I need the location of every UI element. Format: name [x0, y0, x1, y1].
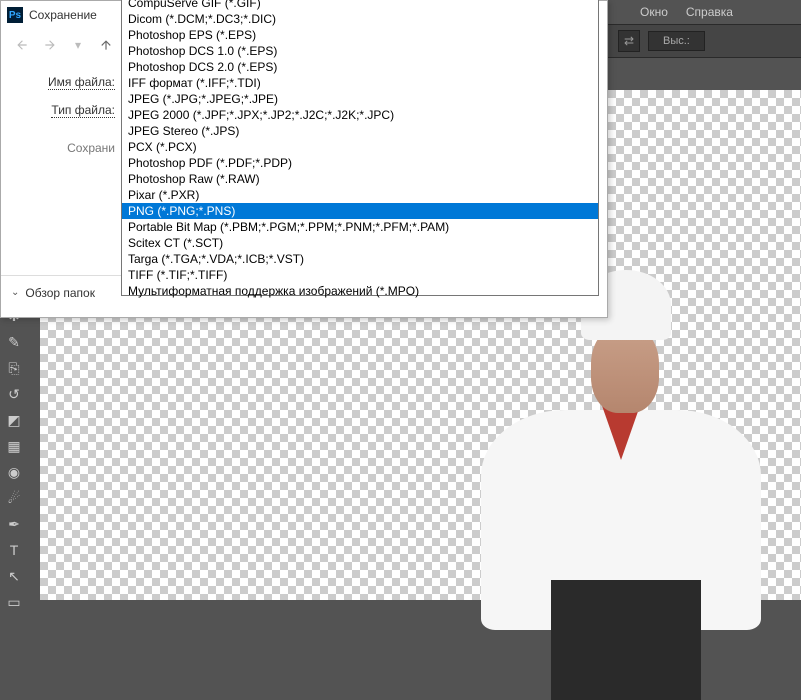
filetype-row: Тип файла: Photoshop (*.PSD;*.PDD) ⌄ Pho…	[1, 99, 607, 121]
filetype-option[interactable]: IFF формат (*.IFF;*.TDI)	[122, 75, 598, 91]
filetype-option[interactable]: Scitex CT (*.SCT)	[122, 235, 598, 251]
filetype-label: Тип файла:	[1, 103, 121, 117]
tool-blur[interactable]: ◉	[2, 460, 26, 484]
tool-stamp[interactable]: ⎘	[2, 356, 26, 380]
filetype-option[interactable]: Photoshop Raw (*.RAW)	[122, 171, 598, 187]
filetype-option[interactable]: CompuServe GIF (*.GIF)	[122, 0, 598, 11]
nav-up-button[interactable]	[93, 33, 119, 57]
filetype-option[interactable]: Pixar (*.PXR)	[122, 187, 598, 203]
canvas-image-chef	[461, 270, 761, 690]
swap-icon[interactable]: ⇄	[618, 30, 640, 52]
filetype-option[interactable]: JPEG (*.JPG;*.JPEG;*.JPE)	[122, 91, 598, 107]
arrow-up-icon	[99, 38, 113, 52]
photoshop-app-icon: Ps	[7, 7, 23, 23]
filetype-option[interactable]: Portable Bit Map (*.PBM;*.PGM;*.PPM;*.PN…	[122, 219, 598, 235]
height-label[interactable]: Выс.:	[648, 31, 705, 51]
tool-eraser[interactable]: ◩	[2, 408, 26, 432]
tool-panel: ✱ ✎ ⎘ ↺ ◩ ▦ ◉ ☄ ✒ T ↖ ▭	[0, 300, 30, 618]
filetype-option[interactable]: TIFF (*.TIF;*.TIFF)	[122, 267, 598, 283]
filetype-dropdown[interactable]: Photoshop (*.PSD;*.PDD)Формат больших до…	[121, 0, 599, 296]
tool-type[interactable]: T	[2, 538, 26, 562]
filetype-option[interactable]: Photoshop EPS (*.EPS)	[122, 27, 598, 43]
tool-dodge[interactable]: ☄	[2, 486, 26, 510]
browse-folders-label: Обзор папок	[25, 286, 95, 300]
arrow-right-icon	[43, 38, 57, 52]
filetype-option[interactable]: Photoshop DCS 2.0 (*.EPS)	[122, 59, 598, 75]
chevron-down-icon: ⌄	[11, 287, 19, 298]
filename-label: Имя файла:	[1, 75, 121, 89]
nav-back-button[interactable]	[9, 33, 35, 57]
tool-path[interactable]: ↖	[2, 564, 26, 588]
filetype-option[interactable]: PNG (*.PNG;*.PNS)	[122, 203, 598, 219]
filetype-option[interactable]: JPEG Stereo (*.JPS)	[122, 123, 598, 139]
tool-gradient[interactable]: ▦	[2, 434, 26, 458]
tool-history[interactable]: ↺	[2, 382, 26, 406]
filetype-option[interactable]: Photoshop PDF (*.PDF;*.PDP)	[122, 155, 598, 171]
menu-window[interactable]: Окно	[640, 5, 668, 19]
tool-brush[interactable]: ✎	[2, 330, 26, 354]
save-dialog: Ps Сохранение ✕ ▾ › « Рабо... › бэки фот…	[0, 0, 608, 318]
tool-pen[interactable]: ✒	[2, 512, 26, 536]
filetype-option[interactable]: Photoshop DCS 1.0 (*.EPS)	[122, 43, 598, 59]
nav-recent-button[interactable]: ▾	[65, 33, 91, 57]
filetype-option[interactable]: Мультиформатная поддержка изображений (*…	[122, 283, 598, 299]
nav-forward-button[interactable]	[37, 33, 63, 57]
filetype-option[interactable]: JPEG 2000 (*.JPF;*.JPX;*.JP2;*.J2C;*.J2K…	[122, 107, 598, 123]
filetype-option[interactable]: Targa (*.TGA;*.VDA;*.ICB;*.VST)	[122, 251, 598, 267]
menu-help[interactable]: Справка	[686, 5, 733, 19]
tool-shape[interactable]: ▭	[2, 590, 26, 614]
browse-folders-toggle[interactable]: ⌄ Обзор папок	[1, 275, 125, 309]
filetype-option[interactable]: PCX (*.PCX)	[122, 139, 598, 155]
save-options-label: Сохрани	[1, 141, 121, 155]
arrow-left-icon	[15, 38, 29, 52]
filetype-option[interactable]: Dicom (*.DCM;*.DC3;*.DIC)	[122, 11, 598, 27]
